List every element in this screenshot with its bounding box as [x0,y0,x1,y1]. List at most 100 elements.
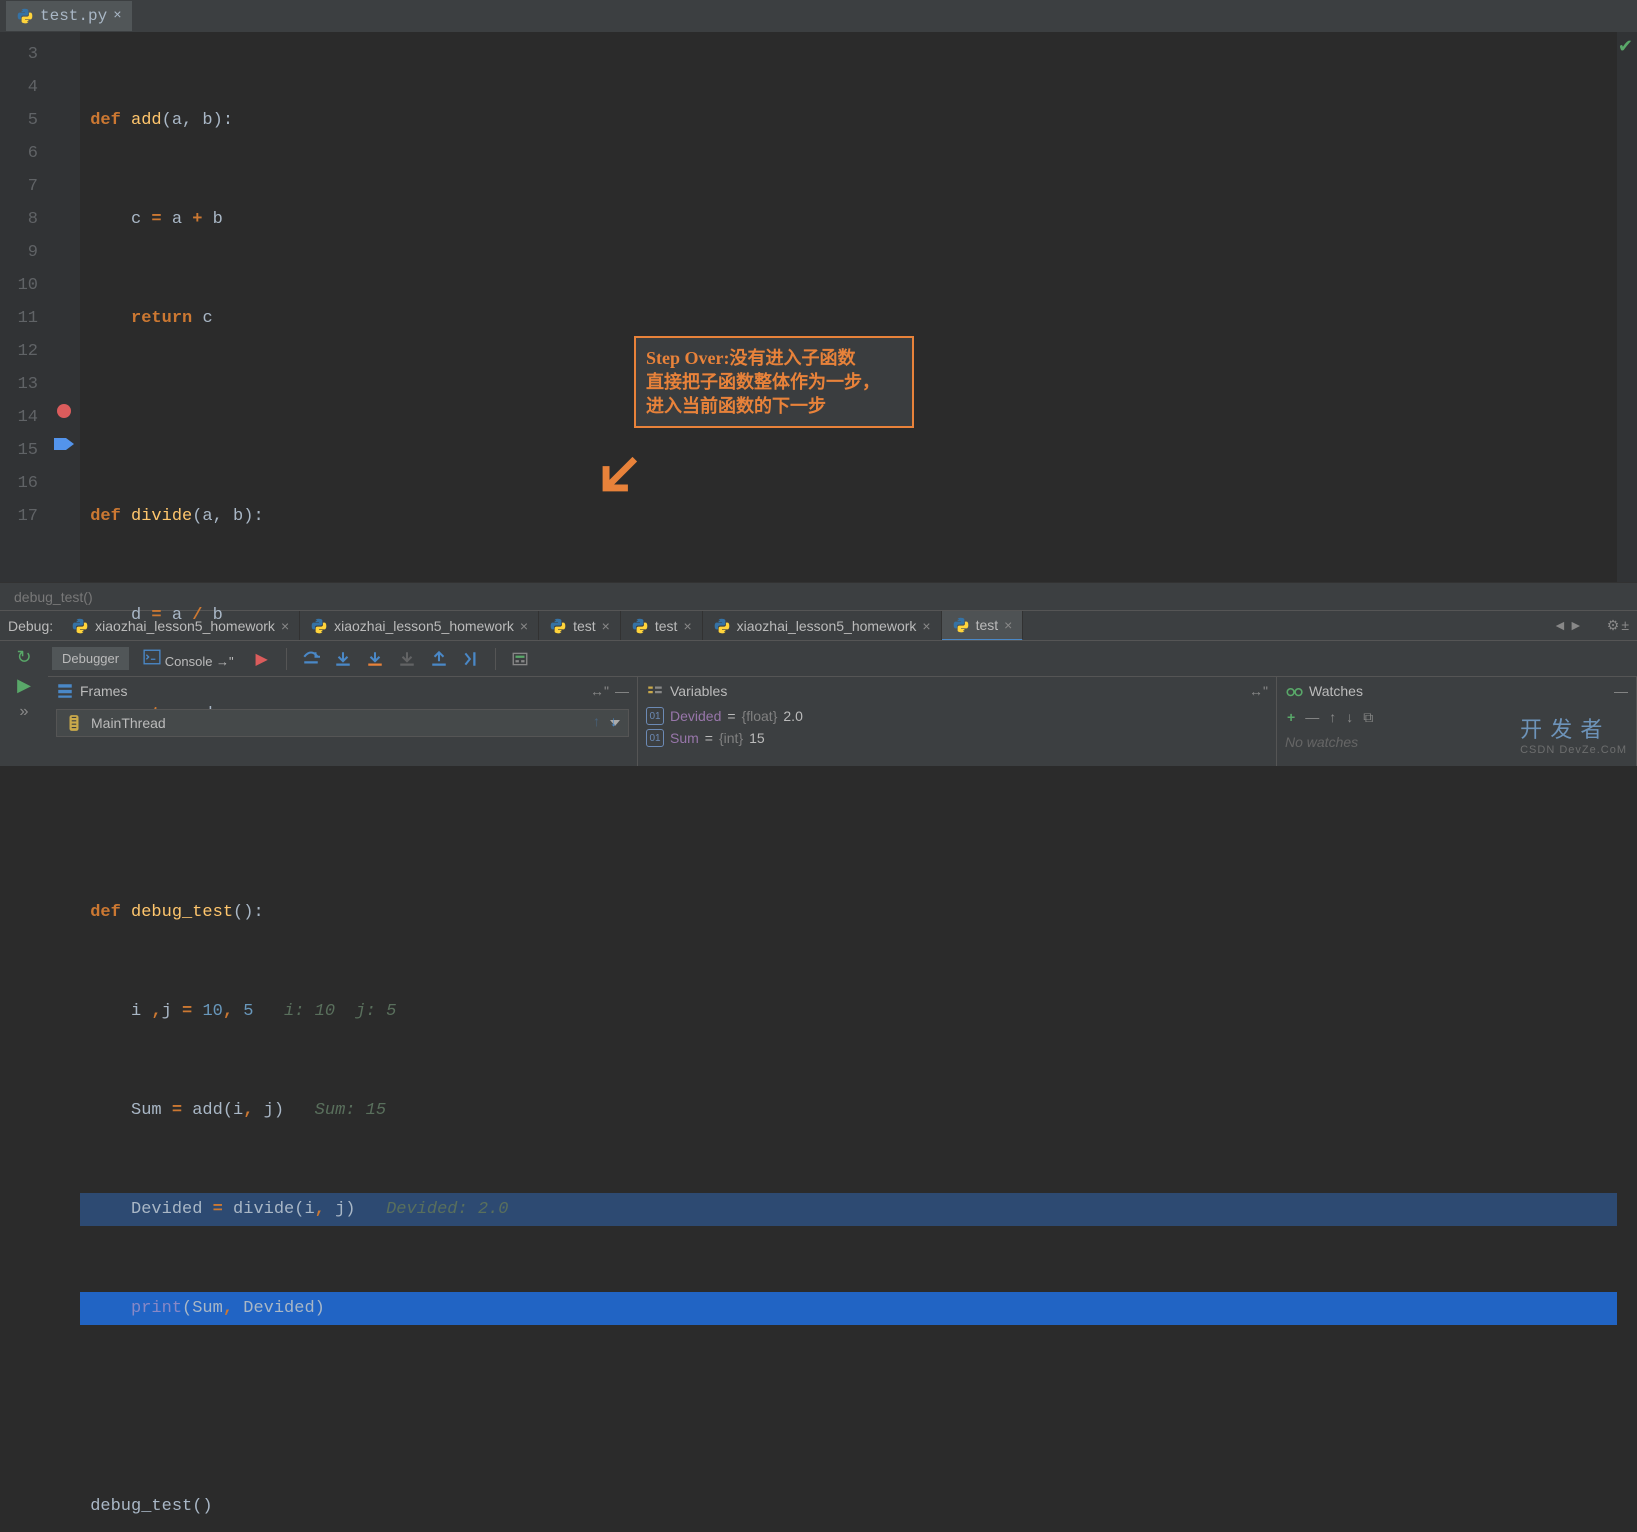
inspection-ok-icon[interactable]: ✔ [1618,36,1633,58]
line-number: 15 [0,434,38,467]
file-tab-label: test.py [40,7,107,25]
line-number: 10 [0,269,38,302]
code-text: debug_test() [90,1497,212,1516]
no-watches-text: No watches [1277,730,1636,754]
variable-icon: 01 [646,729,664,747]
op: = [151,606,161,625]
execution-point-icon [54,438,74,450]
thread-icon [65,714,83,732]
breakpoint-icon[interactable] [57,404,71,418]
line-number: 9 [0,236,38,269]
fn-sig: (): [233,903,264,922]
kw-def: def [90,111,131,130]
equals: = [727,708,735,724]
python-file-icon [16,7,34,25]
code-text [192,1002,202,1021]
fn-sig: (a, b): [162,111,233,130]
watches-title: Watches [1309,683,1608,699]
code-text: c [131,210,151,229]
code-text: i [131,1002,151,1021]
number: 5 [243,1002,253,1021]
code-text: a [162,606,193,625]
line-number: 7 [0,170,38,203]
kw-def: def [90,903,131,922]
code-text: j [162,1002,182,1021]
annotation-line: Step Over:没有进入子函数 [646,346,902,370]
thread-dropdown[interactable]: MainThread [56,709,629,737]
variable-icon: 01 [646,707,664,725]
code-text: b [202,210,222,229]
line-number: 5 [0,104,38,137]
resume-icon[interactable]: ▶ [17,675,31,697]
op: / [192,606,202,625]
editor: 3 4 5 6 7 8 9 10 11 12 13 14 15 16 17 de… [0,32,1637,582]
remove-watch-icon[interactable]: — [1305,709,1319,726]
code-area[interactable]: def add(a, b): c = a + b return c def di… [80,32,1617,582]
kw-return: return [131,309,202,328]
code-text: (Sum [182,1299,223,1318]
watch-down-icon[interactable]: ↓ [1346,709,1353,726]
inlay-hint: Sum: 15 [284,1101,386,1120]
variable-value: 2.0 [783,708,802,724]
line-number: 6 [0,137,38,170]
editor-tabbar: test.py × [0,0,1637,32]
variable-row[interactable]: 01 Sum = {int} 15 [638,727,1276,749]
variable-row[interactable]: 01Devided = {float} 2.0 [638,705,1276,727]
minimize-icon[interactable]: ± [1621,617,1629,634]
equals: = [705,730,713,746]
annotation-arrow-icon [598,450,644,496]
right-gutter: ✔ [1617,32,1637,582]
op: = [182,1002,192,1021]
kw-def: def [90,507,131,526]
add-watch-icon[interactable]: + [1287,709,1295,726]
code-text: d [131,606,151,625]
line-number-gutter: 3 4 5 6 7 8 9 10 11 12 13 14 15 16 17 [0,32,48,582]
debug-label: Debug: [0,618,61,634]
force-step-into-icon[interactable] [393,645,421,673]
restore-layout-icon[interactable]: ↔" [1249,683,1268,699]
fn-sig: (a, b): [192,507,263,526]
frame-next-icon[interactable]: ↓ [610,713,617,729]
watch-up-icon[interactable]: ↑ [1329,709,1336,726]
thread-name: MainThread [91,715,166,731]
hide-icon[interactable]: — [615,683,629,699]
variable-type: {int} [719,730,743,746]
code-text: c [202,309,212,328]
op: , [223,1299,243,1318]
fn-name: add [131,111,162,130]
frames-title: Frames [80,683,584,699]
code-text: Devided) [243,1299,325,1318]
variable-value: 15 [749,730,765,746]
gutter-markers[interactable] [48,32,80,582]
code-text: a [162,210,193,229]
copy-watch-icon[interactable]: ⧉ [1363,709,1373,726]
file-tab[interactable]: test.py × [6,1,132,31]
line-number: 12 [0,335,38,368]
number: 10 [202,1002,222,1021]
code-text: add(i [182,1101,243,1120]
op: , [315,1200,335,1219]
op: , [223,1002,243,1021]
op: = [213,1200,223,1219]
variable-name: Devided [670,708,721,724]
watches-panel: Watches — + — ↑ ↓ ⧉ No watches [1277,677,1637,766]
variables-title: Variables [670,683,1243,699]
restore-layout-icon[interactable]: ↔" [590,683,609,699]
fn-name: debug_test [131,903,233,922]
rerun-icon[interactable]: ↻ [16,647,31,669]
frame-prev-icon[interactable]: ↑ [593,713,600,729]
variable-name: Sum [670,730,699,746]
op: = [172,1101,182,1120]
code-text: Sum [131,1101,172,1120]
op: , [151,1002,161,1021]
close-icon[interactable]: × [113,8,121,24]
variables-panel: Variables ↔" 01Devided = {float} 2.001Su… [638,677,1277,766]
line-number: 8 [0,203,38,236]
more-icon[interactable]: » [19,703,29,721]
line-number: 4 [0,71,38,104]
op: , [243,1101,263,1120]
frames-panel: Frames ↔" — MainThread ↑ ↓ [48,677,638,766]
hide-icon[interactable]: — [1614,683,1628,699]
code-text: j) [264,1101,284,1120]
variables-icon [646,682,664,700]
